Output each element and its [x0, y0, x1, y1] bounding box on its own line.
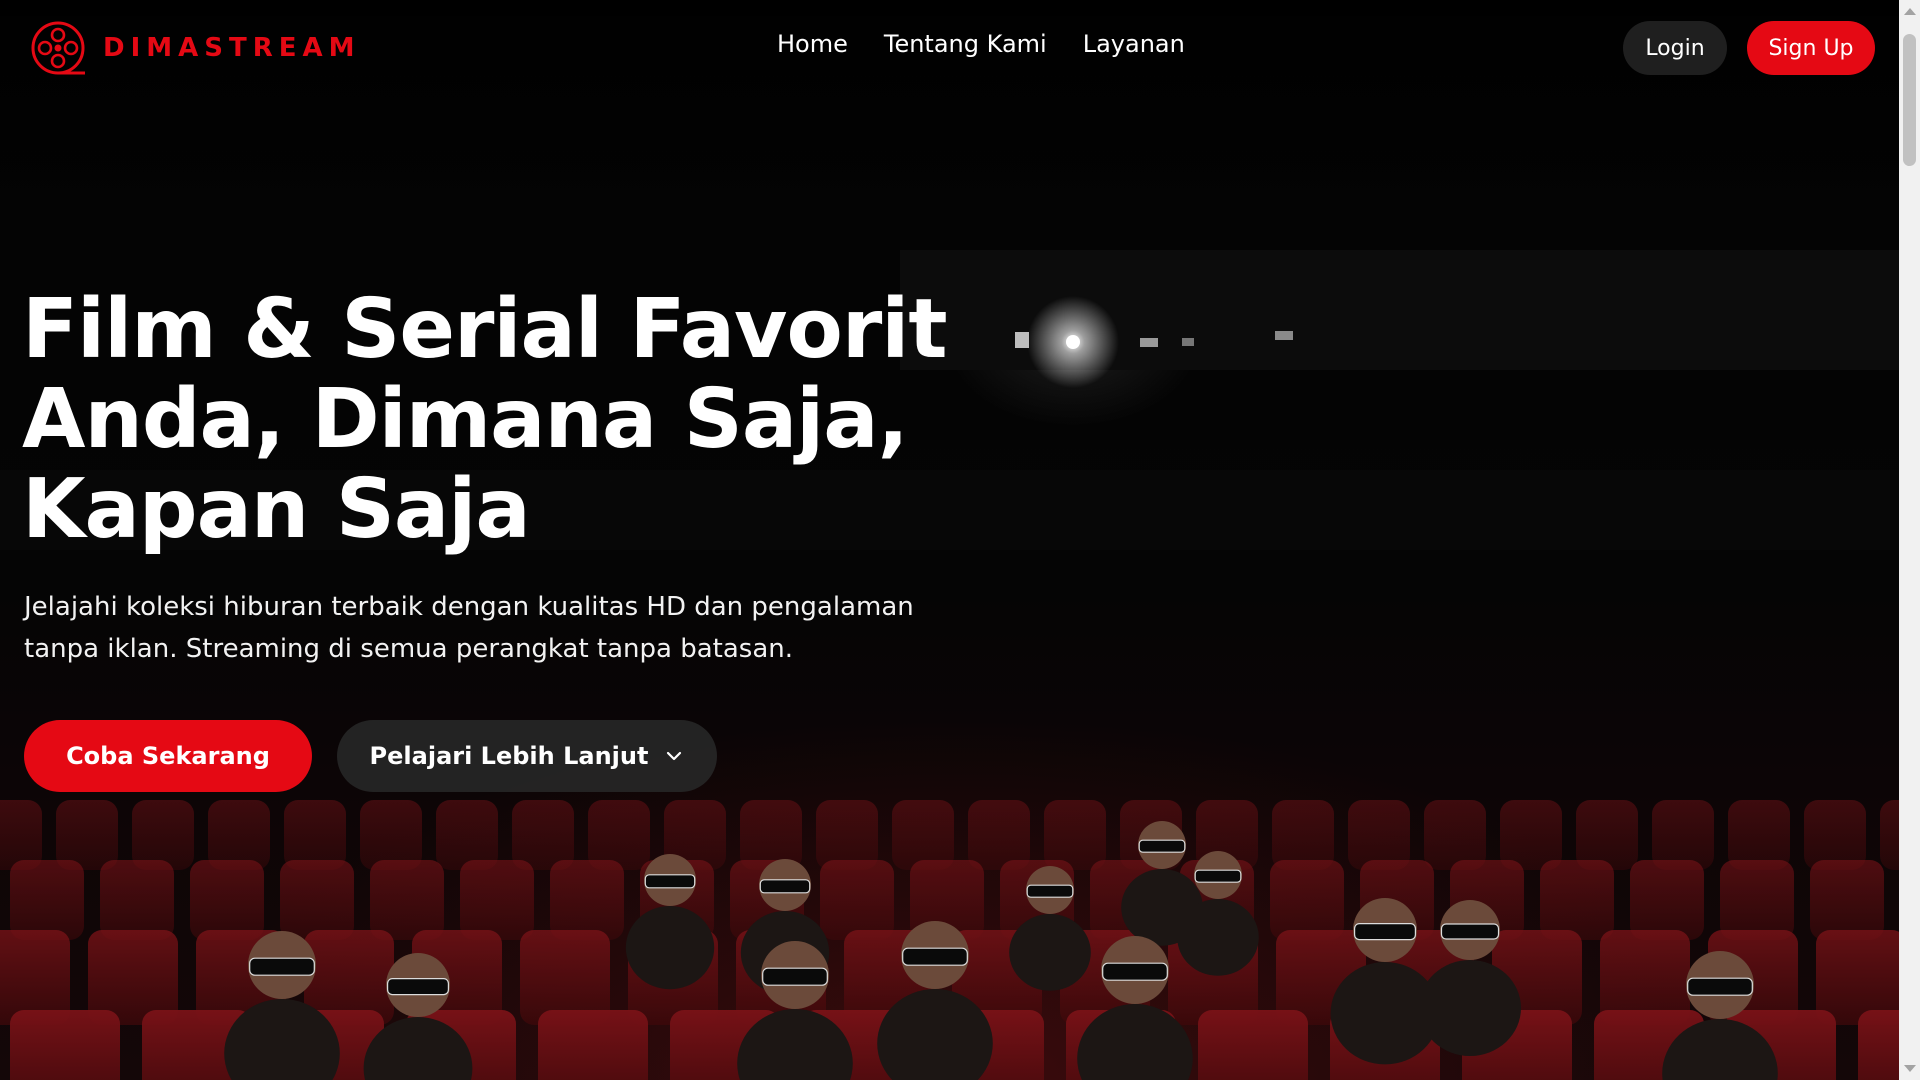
3d-glasses: [762, 967, 828, 986]
cinema-seat: [1044, 800, 1106, 870]
cinema-seat: [360, 800, 422, 870]
cinema-seat: [538, 1010, 648, 1080]
page-scrollbar[interactable]: [1899, 0, 1920, 1080]
cinema-seat: [280, 860, 354, 940]
cinema-seat: [1272, 800, 1334, 870]
cinema-seat: [1540, 860, 1614, 940]
3d-glasses: [1687, 977, 1753, 996]
projector-window: [1275, 331, 1293, 340]
cinema-seat: [1720, 860, 1794, 940]
cinema-seat: [132, 800, 194, 870]
cinema-seat: [208, 800, 270, 870]
3d-glasses: [1353, 922, 1416, 941]
nav-link-layanan[interactable]: Layanan: [1083, 30, 1185, 58]
cinema-seat: [460, 860, 534, 940]
3d-glasses: [759, 879, 811, 894]
scroll-down-arrow-icon[interactable]: [1904, 1065, 1916, 1072]
cinema-seat: [190, 860, 264, 940]
cinema-seat: [1500, 800, 1562, 870]
cinema-seat: [968, 800, 1030, 870]
page: DIMASTREAM Home Tentang Kami Layanan Log…: [0, 0, 1920, 1080]
hero-title: Film & Serial Favorit Anda, Dimana Saja,…: [22, 282, 948, 557]
projector-window: [1140, 338, 1158, 347]
hero-section: DIMASTREAM Home Tentang Kami Layanan Log…: [0, 0, 1899, 1080]
cinema-seat: [1198, 1010, 1308, 1080]
projector-light: [1066, 335, 1080, 349]
brand[interactable]: DIMASTREAM: [29, 19, 361, 77]
signup-button[interactable]: Sign Up: [1747, 21, 1875, 75]
cinema-seat: [550, 860, 624, 940]
cinema-seat: [10, 1010, 120, 1080]
cinema-seat: [284, 800, 346, 870]
cinema-seat: [436, 800, 498, 870]
cinema-seat: [1880, 800, 1899, 870]
nav-links: Home Tentang Kami Layanan: [777, 30, 1185, 58]
3d-glasses: [902, 947, 968, 966]
3d-glasses: [1440, 923, 1500, 940]
navbar: DIMASTREAM Home Tentang Kami Layanan Log…: [0, 0, 1899, 96]
cinema-seat: [10, 860, 84, 940]
film-reel-icon: [31, 21, 85, 75]
cinema-seat: [1270, 860, 1344, 940]
cinema-seat: [0, 800, 42, 870]
3d-glasses: [1138, 839, 1186, 853]
audience-member-body: [1419, 960, 1521, 1056]
cinema-seat: [56, 800, 118, 870]
cinema-seat: [370, 860, 444, 940]
cinema-seat: [820, 860, 894, 940]
cinema-seat: [1804, 800, 1866, 870]
learn-more-button[interactable]: Pelajari Lebih Lanjut: [337, 720, 717, 792]
learn-more-label: Pelajari Lebih Lanjut: [369, 742, 649, 770]
cinema-seat: [1630, 860, 1704, 940]
login-button[interactable]: Login: [1623, 21, 1727, 75]
audience-member-body: [1177, 899, 1259, 976]
cinema-seat: [1858, 1010, 1899, 1080]
cinema-seat: [1424, 800, 1486, 870]
cinema-seat: [1810, 860, 1884, 940]
nav-link-tentang-kami[interactable]: Tentang Kami: [884, 30, 1047, 58]
chevron-down-icon: [667, 751, 682, 761]
3d-glasses: [1026, 884, 1074, 898]
cinema-seat: [816, 800, 878, 870]
projector-window: [1182, 338, 1194, 346]
cinema-seat: [1728, 800, 1790, 870]
cinema-seat: [588, 800, 650, 870]
3d-glasses: [249, 957, 315, 976]
scrollbar-thumb[interactable]: [1903, 34, 1916, 166]
3d-glasses: [644, 874, 696, 889]
nav-link-home[interactable]: Home: [777, 30, 848, 58]
cinema-seat: [512, 800, 574, 870]
cinema-seat: [1348, 800, 1410, 870]
audience-member-body: [1009, 914, 1091, 991]
try-now-button[interactable]: Coba Sekarang: [24, 720, 312, 792]
brand-name: DIMASTREAM: [103, 33, 361, 63]
scroll-up-arrow-icon[interactable]: [1904, 8, 1916, 15]
cinema-seat: [1576, 800, 1638, 870]
3d-glasses: [387, 977, 450, 996]
cinema-seat: [1652, 800, 1714, 870]
3d-glasses: [1194, 869, 1242, 883]
hero-subtitle: Jelajahi koleksi hiburan terbaik dengan …: [24, 592, 914, 664]
cinema-seat: [100, 860, 174, 940]
3d-glasses: [1102, 962, 1168, 981]
try-now-label: Coba Sekarang: [66, 742, 270, 770]
cinema-seat: [892, 800, 954, 870]
cinema-seat: [740, 800, 802, 870]
audience-member-body: [625, 906, 715, 990]
